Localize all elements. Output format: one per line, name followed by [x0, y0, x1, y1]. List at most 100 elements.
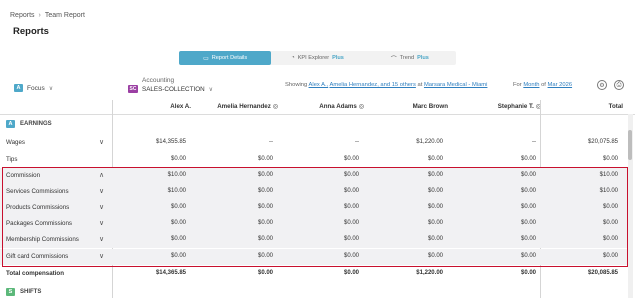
table-cell: $0.00 [602, 253, 618, 259]
chevron-down-icon[interactable]: ∨ [99, 252, 104, 260]
table-cell: $0.00 [520, 253, 536, 259]
column-header-alex: Alex A. [170, 103, 191, 110]
table-cell: $0.00 [170, 236, 186, 242]
staff-link-first[interactable]: Alex A., [309, 82, 329, 88]
table-cell: $0.00 [520, 172, 536, 178]
table-cell: $20,075.85 [587, 139, 618, 145]
column-header-label: Stephanie T. [497, 103, 534, 110]
table-cell: $0.00 [520, 270, 536, 276]
table-cell: $0.00 [343, 188, 359, 194]
table-cell: $10.00 [599, 172, 618, 178]
section-earnings: A EARNINGS [6, 120, 52, 128]
chevron-down-icon: ∨ [48, 85, 54, 92]
table-cell: $0.00 [170, 220, 186, 226]
section-badge: A [6, 120, 15, 128]
table-row[interactable]: Services Commissions ∨ $10.00 $0.00 $0.00 $0.… [0, 184, 630, 200]
table-cell: $0.00 [520, 220, 536, 226]
column-header-label: Amelia Hernandez [217, 103, 271, 110]
row-label: Total compensation [6, 270, 64, 277]
showing-prefix: Showing [285, 82, 308, 88]
table-cell: $0.00 [520, 188, 536, 194]
table-row[interactable]: Packages Commissions ∨ $0.00 $0.00 $0.00 $0.0… [0, 216, 630, 232]
column-header-amelia[interactable]: Amelia Hernandez ◎ [217, 103, 278, 110]
row-label: Services Commissions [6, 188, 69, 195]
showing-filter: Showing Alex A., Amelia Hernandez, and 1… [285, 82, 487, 88]
table-cell: $20,085.85 [587, 270, 618, 276]
table-cell: $0.00 [257, 220, 273, 226]
chevron-down-icon: ∨ [208, 86, 214, 93]
chevron-down-icon[interactable]: ∨ [99, 138, 104, 146]
chevron-up-icon[interactable]: ∧ [99, 171, 104, 179]
table-cell: $0.00 [170, 253, 186, 259]
breadcrumb-reports-link[interactable]: Reports [10, 12, 35, 19]
period-value-link[interactable]: Mar 2026 [548, 82, 573, 88]
period-unit-link[interactable]: Month [523, 82, 539, 88]
table-cell: $1,220.00 [416, 139, 443, 145]
info-icon: ◎ [272, 103, 278, 110]
table-row: Tips $0.00 $0.00 $0.00 $0.00 $0.00 $0.00 [0, 152, 630, 168]
accounting-value: SALES-COLLECTION [142, 85, 205, 93]
table-cell: $0.00 [343, 270, 359, 276]
focus-badge: A [14, 84, 23, 92]
column-header-marc: Marc Brown [412, 103, 448, 110]
table-cell: $0.00 [343, 204, 359, 210]
table-cell: $10.00 [167, 188, 186, 194]
table-row[interactable]: Wages ∨ $14,355.85 -- -- $1,220.00 -- $20,075.8… [0, 135, 630, 151]
focus-dropdown[interactable]: A Focus ∨ [14, 84, 53, 92]
plus-badge: Plus [417, 55, 429, 61]
table-cell: $0.00 [257, 172, 273, 178]
table-row[interactable]: Commission ∧ $10.00 $0.00 $0.00 $0.00 $0.00 $10… [0, 168, 630, 184]
table-cell: $0.00 [520, 156, 536, 162]
tab-trend[interactable]: ⌒ Trend Plus [364, 51, 456, 65]
column-header-label: Anna Adams [319, 103, 357, 110]
showing-at: at [417, 82, 423, 88]
table-cell: $0.00 [427, 236, 443, 242]
table-cell: $0.00 [343, 236, 359, 242]
table-cell: -- [355, 139, 359, 145]
table-row[interactable]: Gift card Commissions ∨ $0.00 $0.00 $0.00 $0.… [0, 249, 630, 265]
tab-report-details[interactable]: ▭ Report Details [179, 51, 272, 65]
tab-kpi-explorer[interactable]: ◔ KPI Explorer Plus [271, 51, 363, 65]
table-row[interactable]: Products Commissions ∨ $0.00 $0.00 $0.00 $0.0… [0, 200, 630, 216]
row-label: Gift card Commissions [6, 253, 69, 260]
table-cell: $0.00 [257, 156, 273, 162]
table-row: Total compensation $14,365.85 $0.00 $0.00 $1… [0, 266, 630, 282]
chevron-down-icon[interactable]: ∨ [99, 219, 104, 227]
column-header-stephanie[interactable]: Stephanie T. ◎ [498, 103, 541, 110]
staff-link-rest[interactable]: Amelia Hernandez, and 15 others [330, 82, 416, 88]
table-cell: -- [269, 139, 273, 145]
location-link[interactable]: Marsara Medical - Miami [424, 82, 487, 88]
table-cell: $0.00 [427, 253, 443, 259]
tab-label: Trend [399, 55, 415, 61]
table-cell: $0.00 [257, 188, 273, 194]
row-label: Membership Commissions [6, 236, 79, 243]
table-cell: $0.00 [427, 172, 443, 178]
table-cell: $14,365.85 [155, 270, 186, 276]
breadcrumb-current: Team Report [44, 12, 85, 19]
table-cell: $14,355.85 [155, 139, 186, 145]
report-view-tabs: ▭ Report Details ◔ KPI Explorer Plus ⌒ T… [179, 51, 456, 65]
table-cell: $0.00 [427, 156, 443, 162]
focus-label: Focus [27, 84, 45, 92]
gear-icon[interactable]: ⚙ [597, 80, 607, 90]
table-cell: $0.00 [170, 204, 186, 210]
table-cell: $0.00 [257, 204, 273, 210]
table-cell: $0.00 [602, 220, 618, 226]
table-cell: $0.00 [343, 156, 359, 162]
table-cell: $0.00 [427, 204, 443, 210]
row-label: Wages [6, 139, 26, 146]
table-row[interactable]: Membership Commissions ∨ $0.00 $0.00 $0.00 $0… [0, 232, 630, 248]
row-label: Products Commissions [6, 204, 70, 211]
chevron-down-icon[interactable]: ∨ [99, 187, 104, 195]
breadcrumb-separator: › [38, 12, 41, 19]
column-header-anna[interactable]: Anna Adams ◎ [319, 103, 364, 110]
chevron-down-icon[interactable]: ∨ [99, 203, 104, 211]
table-cell: $0.00 [257, 236, 273, 242]
print-icon[interactable]: ⎙ [614, 80, 624, 90]
chevron-down-icon[interactable]: ∨ [99, 235, 104, 243]
table-cell: $0.00 [427, 188, 443, 194]
scrollbar-thumb[interactable] [628, 130, 632, 160]
table-cell: $0.00 [427, 220, 443, 226]
accounting-dropdown[interactable]: Accounting SC SALES-COLLECTION ∨ [128, 77, 213, 93]
row-label: Packages Commissions [6, 220, 73, 227]
